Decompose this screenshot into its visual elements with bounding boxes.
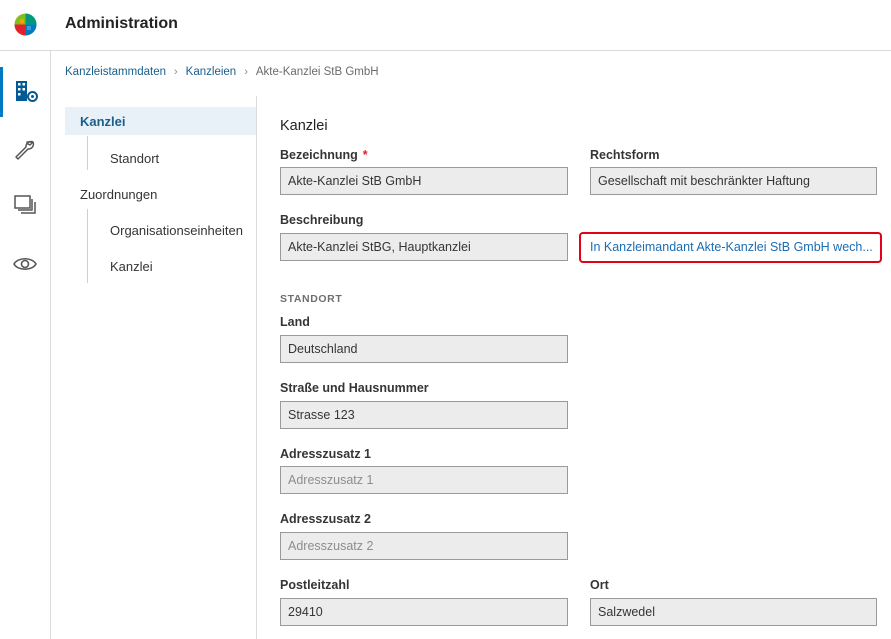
rail-item-tools[interactable] <box>0 125 50 175</box>
rechtsform-label: Rechtsform <box>590 148 660 162</box>
adresszusatz1-label: Adresszusatz 1 <box>280 447 372 461</box>
section-standort-header: STANDORT <box>280 293 343 305</box>
chevron-right-icon: › <box>174 66 178 78</box>
icon-rail <box>0 51 51 639</box>
nav-item-label: Kanzlei <box>80 114 126 129</box>
nav-item-organisationseinheiten[interactable]: Organisationseinheiten <box>110 223 243 238</box>
switch-kanzleimandant-link[interactable]: In Kanzleimandant Akte-Kanzlei StB GmbH … <box>579 232 882 263</box>
strasse-field[interactable]: Strasse 123 <box>280 401 568 429</box>
app-logo-icon[interactable] <box>14 13 37 36</box>
adresszusatz1-field[interactable]: Adresszusatz 1 <box>280 466 568 494</box>
eye-icon <box>13 257 37 271</box>
rail-item-layers[interactable] <box>0 179 50 229</box>
adresszusatz2-field[interactable]: Adresszusatz 2 <box>280 532 568 560</box>
rail-item-view[interactable] <box>0 239 50 289</box>
rail-item-kanzleistammdaten[interactable] <box>0 67 50 117</box>
bezeichnung-label-text: Bezeichnung <box>280 148 358 162</box>
app-title: Administration <box>65 15 178 32</box>
rechtsform-field[interactable]: Gesellschaft mit beschränkter Haftung <box>590 167 877 195</box>
land-label: Land <box>280 315 310 329</box>
form-title: Kanzlei <box>280 118 328 134</box>
top-bar: Administration <box>0 0 891 51</box>
postleitzahl-label: Postleitzahl <box>280 578 350 592</box>
tree-line <box>87 136 88 170</box>
beschreibung-field[interactable]: Akte-Kanzlei StBG, Hauptkanzlei <box>280 233 568 261</box>
breadcrumb-kanzleistammdaten[interactable]: Kanzleistammdaten <box>65 66 166 78</box>
required-marker: * <box>362 148 368 162</box>
bezeichnung-label: Bezeichnung * <box>280 148 368 162</box>
nav-item-standort[interactable]: Standort <box>110 151 159 166</box>
bezeichnung-field[interactable]: Akte-Kanzlei StB GmbH <box>280 167 568 195</box>
chevron-right-icon: › <box>244 66 248 78</box>
nav-item-zuordnungen[interactable]: Zuordnungen <box>80 187 157 202</box>
breadcrumb-current: Akte-Kanzlei StB GmbH <box>255 66 379 78</box>
strasse-label: Straße und Hausnummer <box>280 381 429 395</box>
ort-label: Ort <box>590 578 609 592</box>
section-nav: Kanzlei Standort Zuordnungen Organisatio… <box>65 96 257 639</box>
land-field[interactable]: Deutschland <box>280 335 568 363</box>
building-settings-icon <box>15 81 38 102</box>
beschreibung-label: Beschreibung <box>280 213 364 227</box>
nav-item-kanzlei[interactable]: Kanzlei <box>65 107 256 135</box>
postleitzahl-field[interactable]: 29410 <box>280 598 568 626</box>
breadcrumb: Kanzleistammdaten › Kanzleien › Akte-Kan… <box>65 66 379 78</box>
layers-icon <box>14 195 36 214</box>
tree-line <box>87 209 88 283</box>
breadcrumb-kanzleien[interactable]: Kanzleien <box>186 66 237 78</box>
adresszusatz2-label: Adresszusatz 2 <box>280 512 372 526</box>
wrench-icon <box>15 140 35 160</box>
nav-item-kanzlei-zuordnung[interactable]: Kanzlei <box>110 259 153 274</box>
ort-field[interactable]: Salzwedel <box>590 598 877 626</box>
